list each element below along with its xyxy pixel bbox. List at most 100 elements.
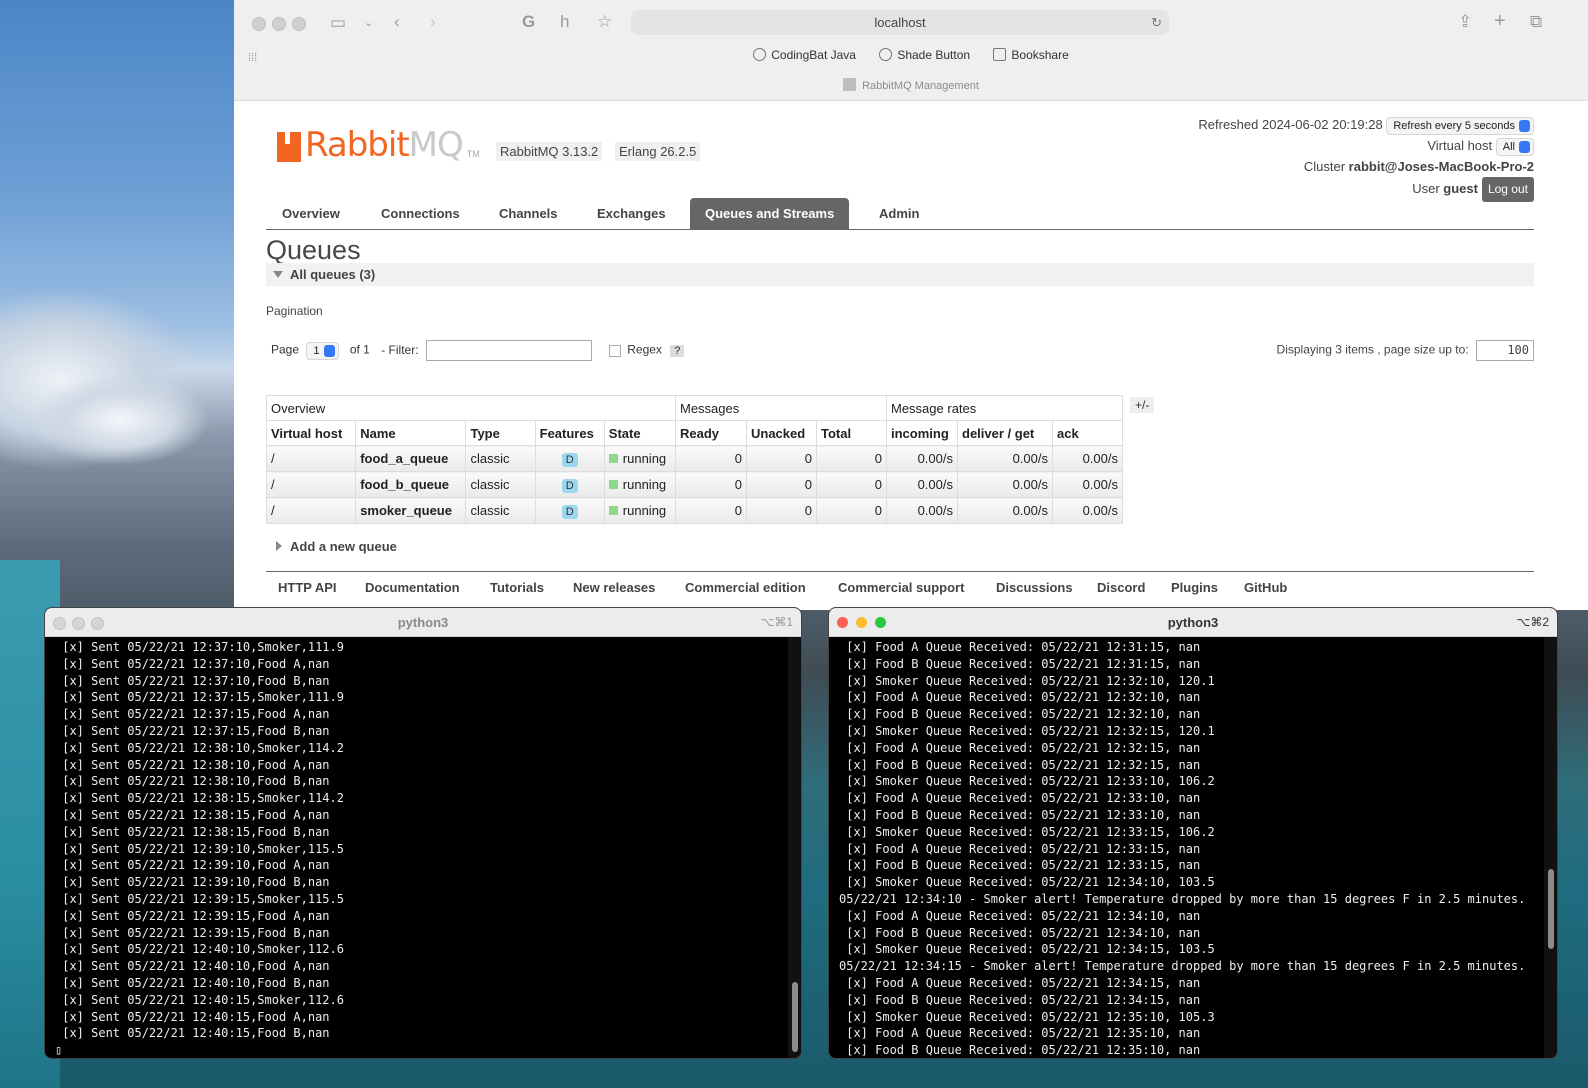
tab-admin[interactable]: Admin (864, 198, 934, 229)
terminal-line: [x] Food B Queue Received: 05/22/21 12:3… (839, 925, 1201, 940)
close-window-button[interactable] (252, 17, 266, 31)
bookmark-codingbat[interactable]: CodingBat Java (753, 48, 856, 62)
filter-input[interactable] (425, 340, 592, 361)
terminal-line: [x] Smoker Queue Received: 05/22/21 12:3… (839, 723, 1215, 738)
group-header-messages: Messages (675, 395, 887, 421)
footer-link-discord[interactable]: Discord (1097, 580, 1145, 595)
tab-title[interactable]: RabbitMQ Management (234, 78, 1588, 92)
scrollbar-thumb[interactable] (1548, 869, 1554, 949)
rabbitmq-version: RabbitMQ 3.13.2 (496, 142, 603, 161)
address-bar[interactable]: localhost ↻ (631, 10, 1169, 35)
terminal-line: [x] Smoker Queue Received: 05/22/21 12:3… (839, 942, 1215, 957)
terminal-2-output[interactable]: [x] Food A Queue Received: 05/22/21 12:3… (829, 637, 1543, 1058)
footer-link-new-releases[interactable]: New releases (573, 580, 655, 595)
terminal-2-scrollbar[interactable] (1544, 637, 1557, 1058)
tab-overview-icon[interactable]: ⧉ (1530, 12, 1542, 32)
terminal-line: [x] Sent 05/22/21 12:37:10,Food A,nan (55, 656, 330, 671)
terminal-line: [x] Food A Queue Received: 05/22/21 12:3… (839, 740, 1201, 755)
terminal-line: [x] Sent 05/22/21 12:39:10,Smoker,115.5 (55, 841, 344, 856)
terminal-line: [x] Smoker Queue Received: 05/22/21 12:3… (839, 1009, 1215, 1024)
terminal-line: [x] Food B Queue Received: 05/22/21 12:3… (839, 1043, 1201, 1058)
queue-link[interactable]: food_b_queue (360, 477, 449, 492)
regex-checkbox[interactable] (609, 344, 622, 357)
terminal-line: 05/22/21 12:34:10 - Smoker alert! Temper… (839, 891, 1526, 906)
col-incoming[interactable]: incoming (886, 420, 958, 446)
terminal-line: [x] Sent 05/22/21 12:37:15,Food A,nan (55, 707, 330, 722)
honey-icon[interactable]: h (560, 12, 569, 32)
terminal-1-output[interactable]: [x] Sent 05/22/21 12:37:10,Smoker,111.9 … (45, 637, 787, 1058)
vhost-select[interactable]: All (1495, 138, 1534, 156)
terminal-line: [x] Sent 05/22/21 12:38:15,Smoker,114.2 (55, 791, 344, 806)
reload-icon[interactable]: ↻ (1151, 10, 1162, 35)
terminal-line: ▯ (55, 1043, 63, 1058)
share-icon[interactable]: ⇪ (1458, 12, 1472, 32)
forward-icon[interactable]: › (430, 12, 436, 32)
rabbitmq-page: RabbitMQ TM RabbitMQ 3.13.2 Erlang 26.2.… (265, 100, 1534, 610)
terminal-window-2[interactable]: python3 ⌥⌘2 [x] Food A Queue Received: 0… (828, 607, 1558, 1059)
sidebar-icon[interactable]: ▭ (330, 13, 346, 33)
col-ready[interactable]: Ready (675, 420, 747, 446)
grammarly-icon[interactable]: G (522, 12, 535, 32)
tab-queues-and-streams[interactable]: Queues and Streams (690, 198, 850, 229)
terminal-line: [x] Food A Queue Received: 05/22/21 12:3… (839, 791, 1201, 806)
queue-link[interactable]: smoker_queue (360, 503, 452, 518)
footer-link-plugins[interactable]: Plugins (1171, 580, 1218, 595)
rabbitmq-logo[interactable]: RabbitMQ TM (277, 126, 480, 162)
terminal-line: [x] Food A Queue Received: 05/22/21 12:3… (839, 975, 1201, 990)
tab-overview[interactable]: Overview (267, 198, 355, 229)
chevron-down-icon[interactable]: ⌄ (364, 13, 373, 33)
col-total[interactable]: Total (816, 420, 887, 446)
tab-connections[interactable]: Connections (366, 198, 475, 229)
refresh-select[interactable]: Refresh every 5 seconds (1386, 117, 1534, 135)
cluster-name: rabbit@Joses-MacBook-Pro-2 (1348, 159, 1534, 174)
regex-help-button[interactable]: ? (670, 344, 685, 357)
table-row: / food_b_queue classic D running 0 0 0 0… (265, 471, 1123, 498)
col-deliver-get[interactable]: deliver / get (957, 420, 1053, 446)
pagination-row: Page 1 of 1 - Filter: Regex ? (271, 340, 685, 361)
zoom-window-button[interactable] (292, 17, 306, 31)
col-features[interactable]: Features (534, 420, 605, 446)
terminal-line: [x] Sent 05/22/21 12:40:15,Food B,nan (55, 1026, 330, 1041)
bookmark-shade-button[interactable]: Shade Button (879, 48, 970, 62)
page-select[interactable]: 1 (306, 341, 339, 360)
scrollbar-thumb[interactable] (792, 982, 798, 1052)
terminal-2-titlebar[interactable]: python3 ⌥⌘2 (829, 608, 1557, 637)
footer-link-github[interactable]: GitHub (1244, 580, 1287, 595)
col-type[interactable]: Type (465, 420, 536, 446)
column-toggle-button[interactable]: +/- (1130, 397, 1155, 413)
terminal-1-scrollbar[interactable] (788, 637, 801, 1058)
footer-link-commercial-support[interactable]: Commercial support (838, 580, 964, 595)
table-row: / food_a_queue classic D running 0 0 0 0… (265, 445, 1123, 472)
col-state[interactable]: State (603, 420, 677, 446)
wallpaper-snow (0, 340, 240, 500)
new-tab-icon[interactable]: + (1494, 11, 1506, 31)
rabbitmq-logo-icon (277, 132, 301, 162)
col-unacked[interactable]: Unacked (746, 420, 817, 446)
terminal-2-shortcut: ⌥⌘2 (1516, 615, 1549, 629)
terminal-window-1[interactable]: python3 ⌥⌘1 [x] Sent 05/22/21 12:37:10,S… (44, 607, 802, 1059)
footer-link-http-api[interactable]: HTTP API (278, 580, 337, 595)
footer-link-tutorials[interactable]: Tutorials (490, 580, 544, 595)
star-icon[interactable]: ☆ (597, 12, 612, 32)
terminal-line: [x] Food A Queue Received: 05/22/21 12:3… (839, 841, 1201, 856)
queues-table: Overview Messages Message rates Virtual … (265, 395, 1123, 524)
terminal-line: [x] Food B Queue Received: 05/22/21 12:3… (839, 858, 1201, 873)
col-ack[interactable]: ack (1052, 420, 1123, 446)
bookmark-bookshare[interactable]: Bookshare (993, 48, 1069, 62)
add-queue-toggle[interactable]: Add a new queue (276, 539, 397, 554)
tab-channels[interactable]: Channels (484, 198, 573, 229)
minimize-window-button[interactable] (272, 17, 286, 31)
all-queues-toggle[interactable]: All queues (3) (266, 263, 1534, 286)
page-size-input[interactable]: 100 (1476, 340, 1534, 361)
footer-links: HTTP API Documentation Tutorials New rel… (266, 571, 1534, 602)
tab-exchanges[interactable]: Exchanges (582, 198, 681, 229)
queue-link[interactable]: food_a_queue (360, 451, 448, 466)
back-icon[interactable]: ‹ (394, 12, 400, 32)
terminal-line: [x] Sent 05/22/21 12:38:10,Smoker,114.2 (55, 740, 344, 755)
footer-link-discussions[interactable]: Discussions (996, 580, 1073, 595)
footer-link-documentation[interactable]: Documentation (365, 580, 460, 595)
terminal-1-titlebar[interactable]: python3 ⌥⌘1 (45, 608, 801, 637)
col-virtual-host[interactable]: Virtual host (265, 420, 357, 446)
footer-link-commercial-edition[interactable]: Commercial edition (685, 580, 806, 595)
col-name[interactable]: Name (355, 420, 467, 446)
